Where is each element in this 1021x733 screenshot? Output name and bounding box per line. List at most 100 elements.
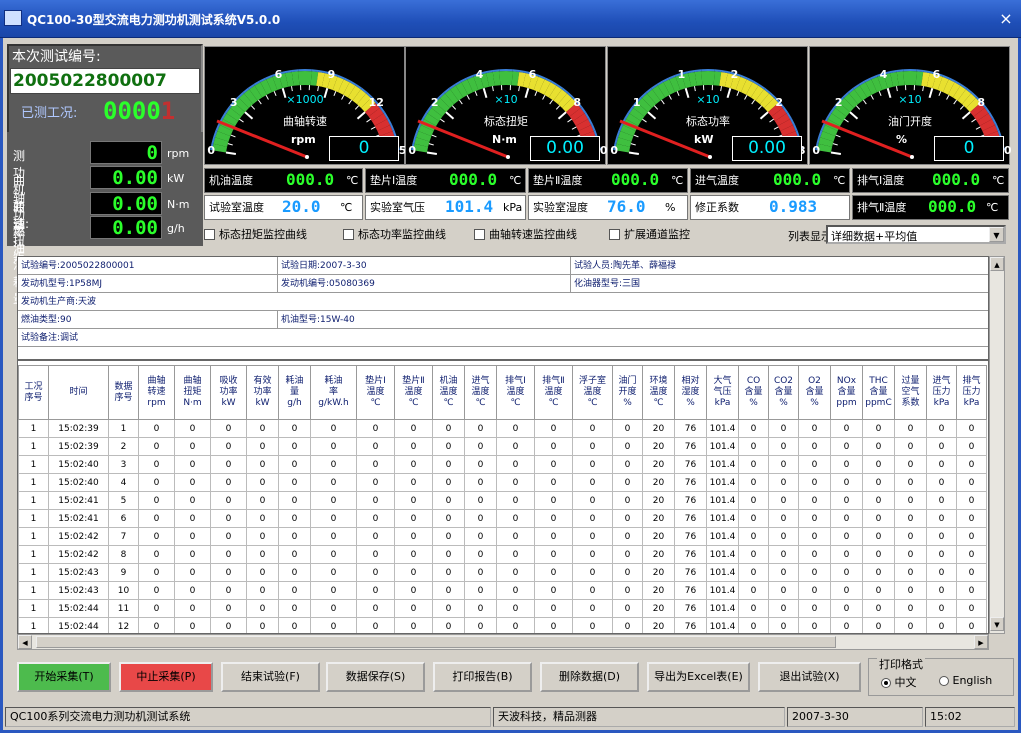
table-cell: 0 bbox=[464, 617, 497, 633]
close-icon[interactable]: × bbox=[996, 9, 1016, 29]
checkbox-icon[interactable] bbox=[204, 228, 215, 240]
gauge-tick bbox=[555, 105, 561, 110]
table-cell: 0 bbox=[138, 473, 175, 492]
action-button-2[interactable]: 结束试验(F) bbox=[221, 662, 320, 692]
table-row[interactable]: 1 15:02:42 7 0 0 0 0 0 0 0 0 0 0 0 0 0 0 20 76 101.4 0 0 0 0 0 0 0… bbox=[18, 527, 987, 546]
column-header[interactable]: 工况 序号 bbox=[18, 365, 49, 420]
scroll-down-icon[interactable]: ▼ bbox=[990, 617, 1004, 631]
column-header[interactable]: NOx 含量 ppm bbox=[830, 365, 863, 420]
table-row[interactable]: 1 15:02:41 5 0 0 0 0 0 0 0 0 0 0 0 0 0 0 20 76 101.4 0 0 0 0 0 0 0… bbox=[18, 491, 987, 510]
column-header[interactable]: 有效 功率 kW bbox=[246, 365, 279, 420]
gauge-multiplier: ×10 bbox=[696, 93, 720, 106]
table-row[interactable]: 1 15:02:40 4 0 0 0 0 0 0 0 0 0 0 0 0 0 0 20 76 101.4 0 0 0 0 0 0 0… bbox=[18, 473, 987, 492]
column-header[interactable]: O2 含量 % bbox=[798, 365, 831, 420]
checkbox-icon[interactable] bbox=[343, 228, 354, 240]
table-cell: 0 bbox=[278, 545, 311, 564]
radio-chinese[interactable]: 中文 bbox=[881, 674, 917, 690]
scroll-right-icon[interactable]: ▶ bbox=[974, 635, 988, 649]
column-header[interactable]: 浮子室 温度 ℃ bbox=[572, 365, 613, 420]
column-header[interactable]: 排气 压力 kPa bbox=[956, 365, 987, 420]
table-cell: 0 bbox=[356, 437, 395, 456]
table-row[interactable]: 1 15:02:40 3 0 0 0 0 0 0 0 0 0 0 0 0 0 0 20 76 101.4 0 0 0 0 0 0 0… bbox=[18, 455, 987, 474]
monitor-checkbox-2[interactable]: 曲轴转速监控曲线 bbox=[474, 226, 577, 242]
action-button-6[interactable]: 导出为Excel表(E) bbox=[647, 662, 750, 692]
column-header[interactable]: 排气Ⅱ 温度 ℃ bbox=[534, 365, 573, 420]
table-row[interactable]: 1 15:02:44 12 0 0 0 0 0 0 0 0 0 0 0 0 0 0 20 76 101.4 0 0 0 0 0 0… bbox=[18, 617, 987, 633]
table-cell: 0 bbox=[612, 509, 643, 528]
column-header[interactable]: 机油 温度 ℃ bbox=[432, 365, 465, 420]
action-button-7[interactable]: 退出试验(X) bbox=[758, 662, 861, 692]
table-cell: 0 bbox=[356, 473, 395, 492]
column-header[interactable]: 曲轴 转速 rpm bbox=[138, 365, 175, 420]
table-row[interactable]: 1 15:02:44 11 0 0 0 0 0 0 0 0 0 0 0 0 0 0 20 76 101.4 0 0 0 0 0 0… bbox=[18, 599, 987, 618]
column-header[interactable]: 进气 压力 kPa bbox=[926, 365, 957, 420]
vertical-scrollbar[interactable]: ▲ ▼ bbox=[989, 256, 1005, 634]
scroll-up-icon[interactable]: ▲ bbox=[990, 257, 1004, 271]
column-header[interactable]: 数据 序号 bbox=[108, 365, 139, 420]
column-header[interactable]: 耗油 量 g/h bbox=[278, 365, 311, 420]
action-button-0[interactable]: 开始采集(T) bbox=[17, 662, 111, 692]
radio-selected-icon[interactable] bbox=[881, 678, 891, 688]
column-header[interactable]: 曲轴 扭矩 N·m bbox=[174, 365, 211, 420]
horizontal-scrollbar[interactable]: ◀ ▶ bbox=[17, 634, 989, 650]
table-row[interactable]: 1 15:02:43 9 0 0 0 0 0 0 0 0 0 0 0 0 0 0 20 76 101.4 0 0 0 0 0 0 0… bbox=[18, 563, 987, 582]
table-row[interactable]: 1 15:02:41 6 0 0 0 0 0 0 0 0 0 0 0 0 0 0 20 76 101.4 0 0 0 0 0 0 0… bbox=[18, 509, 987, 528]
table-row[interactable]: 1 15:02:39 2 0 0 0 0 0 0 0 0 0 0 0 0 0 0 20 76 101.4 0 0 0 0 0 0 0… bbox=[18, 437, 987, 456]
column-header[interactable]: 垫片Ⅱ 温度 ℃ bbox=[394, 365, 433, 420]
readout-unit: ℃ bbox=[509, 174, 522, 187]
action-button-4[interactable]: 打印报告(B) bbox=[433, 662, 532, 692]
gauge-tick-label: 0 bbox=[610, 144, 618, 157]
gauge-tick bbox=[628, 151, 640, 156]
scroll-left-icon[interactable]: ◀ bbox=[18, 635, 32, 649]
scroll-thumb[interactable] bbox=[36, 636, 836, 648]
column-header[interactable]: 耗油 率 g/kW.h bbox=[310, 365, 357, 420]
table-row[interactable]: 1 15:02:42 8 0 0 0 0 0 0 0 0 0 0 0 0 0 0 20 76 101.4 0 0 0 0 0 0 0… bbox=[18, 545, 987, 564]
table-cell: 0 bbox=[830, 527, 863, 546]
action-button-5[interactable]: 删除数据(D) bbox=[540, 662, 639, 692]
column-header[interactable]: 时间 bbox=[48, 365, 109, 420]
readout-label: 垫片Ⅱ温度 bbox=[533, 174, 583, 187]
column-header[interactable]: CO 含量 % bbox=[738, 365, 769, 420]
column-header[interactable]: 大气 气压 kPa bbox=[706, 365, 739, 420]
table-cell: 76 bbox=[674, 473, 707, 492]
action-button-1[interactable]: 中止采集(P) bbox=[119, 662, 213, 692]
table-cell: 0 bbox=[246, 527, 279, 546]
readout-value: 000.0 bbox=[932, 170, 981, 189]
table-cell: 0 bbox=[464, 509, 497, 528]
list-display-select[interactable]: 详细数据+平均值 ▼ bbox=[826, 225, 1006, 244]
table-row[interactable]: 1 15:02:43 10 0 0 0 0 0 0 0 0 0 0 0 0 0 0 20 76 101.4 0 0 0 0 0 0… bbox=[18, 581, 987, 600]
chevron-down-icon[interactable]: ▼ bbox=[989, 227, 1004, 242]
readout-3: 进气温度 000.0 ℃ bbox=[690, 168, 850, 193]
table-cell: 0 bbox=[830, 491, 863, 510]
gauge-tick-label: 1 bbox=[633, 96, 641, 109]
column-header[interactable]: 相对 湿度 % bbox=[674, 365, 707, 420]
column-header[interactable]: CO2 含量 % bbox=[768, 365, 799, 420]
column-header[interactable]: THC 含量 ppmC bbox=[862, 365, 895, 420]
table-cell: 0 bbox=[956, 491, 987, 510]
column-header[interactable]: 进气 温度 ℃ bbox=[464, 365, 497, 420]
monitor-checkbox-0[interactable]: 标态扭矩监控曲线 bbox=[204, 226, 307, 242]
action-button-3[interactable]: 数据保存(S) bbox=[326, 662, 425, 692]
gauge-tick bbox=[922, 86, 924, 92]
checkbox-icon[interactable] bbox=[609, 228, 620, 240]
readout-label: 垫片Ⅰ温度 bbox=[370, 174, 418, 187]
table-cell: 0 bbox=[612, 455, 643, 474]
gauge-tick bbox=[348, 99, 353, 105]
table-row[interactable]: 1 15:02:39 1 0 0 0 0 0 0 0 0 0 0 0 0 0 0 20 76 101.4 0 0 0 0 0 0 0… bbox=[18, 419, 987, 438]
column-header[interactable]: 吸收 功率 kW bbox=[210, 365, 247, 420]
table-cell: 0 bbox=[572, 473, 613, 492]
data-grid[interactable]: 工况 序号 时间 数据 序号 曲轴 转速 rpm 曲轴 扭矩 N·m 吸收 功率 kW 有效… bbox=[17, 360, 989, 634]
monitor-checkbox-1[interactable]: 标态功率监控曲线 bbox=[343, 226, 446, 242]
radio-english[interactable]: English bbox=[939, 674, 992, 687]
column-header[interactable]: 过量 空气 系数 bbox=[894, 365, 927, 420]
column-header[interactable]: 环境 温度 ℃ bbox=[642, 365, 675, 420]
monitor-checkbox-3[interactable]: 扩展通道监控 bbox=[609, 226, 690, 242]
radio-unselected-icon[interactable] bbox=[939, 676, 949, 686]
gauge-unit: % bbox=[896, 133, 908, 146]
checkbox-icon[interactable] bbox=[474, 228, 485, 240]
table-cell: 0 bbox=[768, 455, 799, 474]
column-header[interactable]: 垫片Ⅰ 温度 ℃ bbox=[356, 365, 395, 420]
column-header[interactable]: 油门 开度 % bbox=[612, 365, 643, 420]
table-cell: 0 bbox=[496, 527, 535, 546]
column-header[interactable]: 排气Ⅰ 温度 ℃ bbox=[496, 365, 535, 420]
